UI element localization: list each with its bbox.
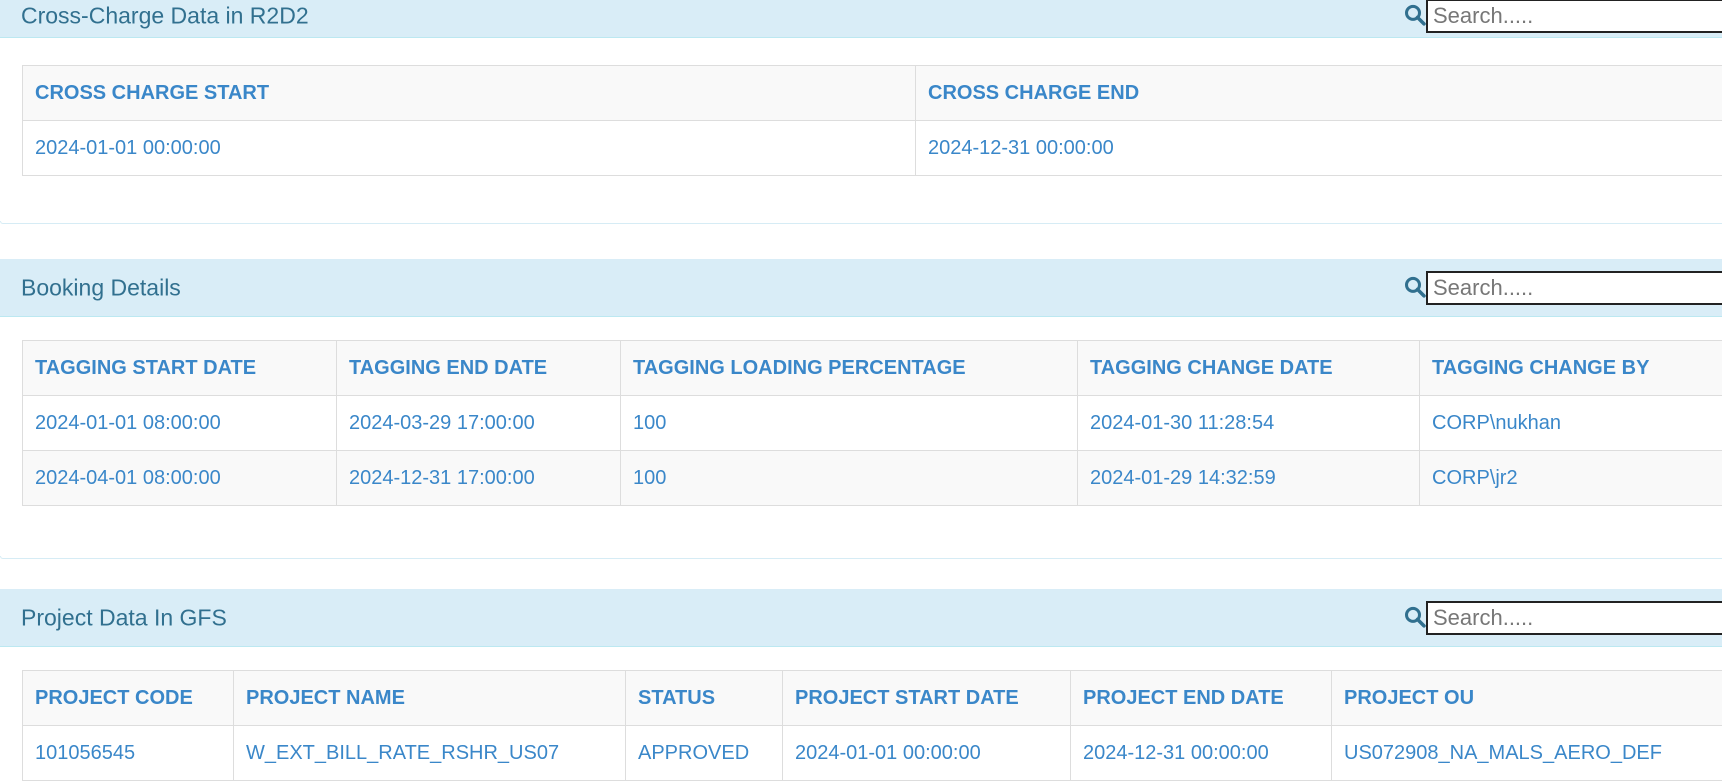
column-header[interactable]: TAGGING CHANGE BY [1420,341,1722,396]
search-icon[interactable] [1404,275,1426,297]
booking-table: TAGGING START DATE TAGGING END DATE TAGG… [22,340,1722,506]
column-header[interactable]: TAGGING START DATE [23,341,337,396]
panel-title: Booking Details [21,274,181,301]
column-header[interactable]: TAGGING END DATE [337,341,621,396]
column-header[interactable]: PROJECT END DATE [1071,671,1332,726]
table-cell: APPROVED [626,726,783,781]
column-header[interactable]: STATUS [626,671,783,726]
table-cell: 2024-01-29 14:32:59 [1078,451,1420,506]
table-cell: 2024-01-01 00:00:00 [783,726,1071,781]
table-header-row: CROSS CHARGE START CROSS CHARGE END [23,66,1722,121]
table-cell: 2024-01-01 08:00:00 [23,396,337,451]
table-row[interactable]: 2024-01-01 00:00:00 2024-12-31 00:00:00 [23,121,1722,176]
search-input[interactable] [1426,601,1722,635]
search-input[interactable] [1426,0,1722,33]
column-header[interactable]: CROSS CHARGE START [23,66,916,121]
table-cell: 2024-04-01 08:00:00 [23,451,337,506]
panel-divider [0,556,1722,559]
table-header-row: PROJECT CODE PROJECT NAME STATUS PROJECT… [23,671,1722,726]
booking-heading: Booking Details [0,259,1722,317]
table-cell: 2024-12-31 17:00:00 [337,451,621,506]
table-cell: CORP\nukhan [1420,396,1722,451]
table-cell: 2024-01-01 00:00:00 [23,121,916,176]
column-header[interactable]: PROJECT OU [1332,671,1722,726]
table-cell: CORP\jr2 [1420,451,1722,506]
table-cell: 101056545 [23,726,234,781]
panel-divider [0,221,1722,224]
cross-charge-panel: Cross-Charge Data in R2D2 CROSS CHARGE S… [0,0,1722,229]
table-cell: 2024-12-31 00:00:00 [1071,726,1332,781]
project-table: PROJECT CODE PROJECT NAME STATUS PROJECT… [22,670,1722,781]
project-panel: Project Data In GFS PROJECT CODE PROJECT… [0,589,1722,773]
search-icon[interactable] [1404,605,1426,627]
column-header[interactable]: PROJECT NAME [234,671,626,726]
panel-title: Cross-Charge Data in R2D2 [21,3,309,30]
column-header[interactable]: CROSS CHARGE END [916,66,1722,121]
table-cell: 2024-12-31 00:00:00 [916,121,1722,176]
column-header[interactable]: TAGGING LOADING PERCENTAGE [621,341,1078,396]
table-row[interactable]: 101056545 W_EXT_BILL_RATE_RSHR_US07 APPR… [23,726,1722,781]
table-header-row: TAGGING START DATE TAGGING END DATE TAGG… [23,341,1722,396]
booking-panel: Booking Details TAGGING START DATE TAGGI… [0,259,1722,559]
table-cell: W_EXT_BILL_RATE_RSHR_US07 [234,726,626,781]
table-row[interactable]: 2024-04-01 08:00:00 2024-12-31 17:00:00 … [23,451,1722,506]
table-cell: US072908_NA_MALS_AERO_DEF [1332,726,1722,781]
table-cell: 2024-03-29 17:00:00 [337,396,621,451]
cross-charge-table: CROSS CHARGE START CROSS CHARGE END 2024… [22,65,1722,176]
cross-charge-heading: Cross-Charge Data in R2D2 [0,0,1722,38]
table-cell: 2024-01-30 11:28:54 [1078,396,1420,451]
table-cell: 100 [621,451,1078,506]
column-header[interactable]: PROJECT CODE [23,671,234,726]
project-heading: Project Data In GFS [0,589,1722,647]
table-cell: 100 [621,396,1078,451]
panel-title: Project Data In GFS [21,604,227,631]
search-icon[interactable] [1404,4,1426,26]
search-input[interactable] [1426,271,1722,305]
column-header[interactable]: PROJECT START DATE [783,671,1071,726]
column-header[interactable]: TAGGING CHANGE DATE [1078,341,1420,396]
table-row[interactable]: 2024-01-01 08:00:00 2024-03-29 17:00:00 … [23,396,1722,451]
